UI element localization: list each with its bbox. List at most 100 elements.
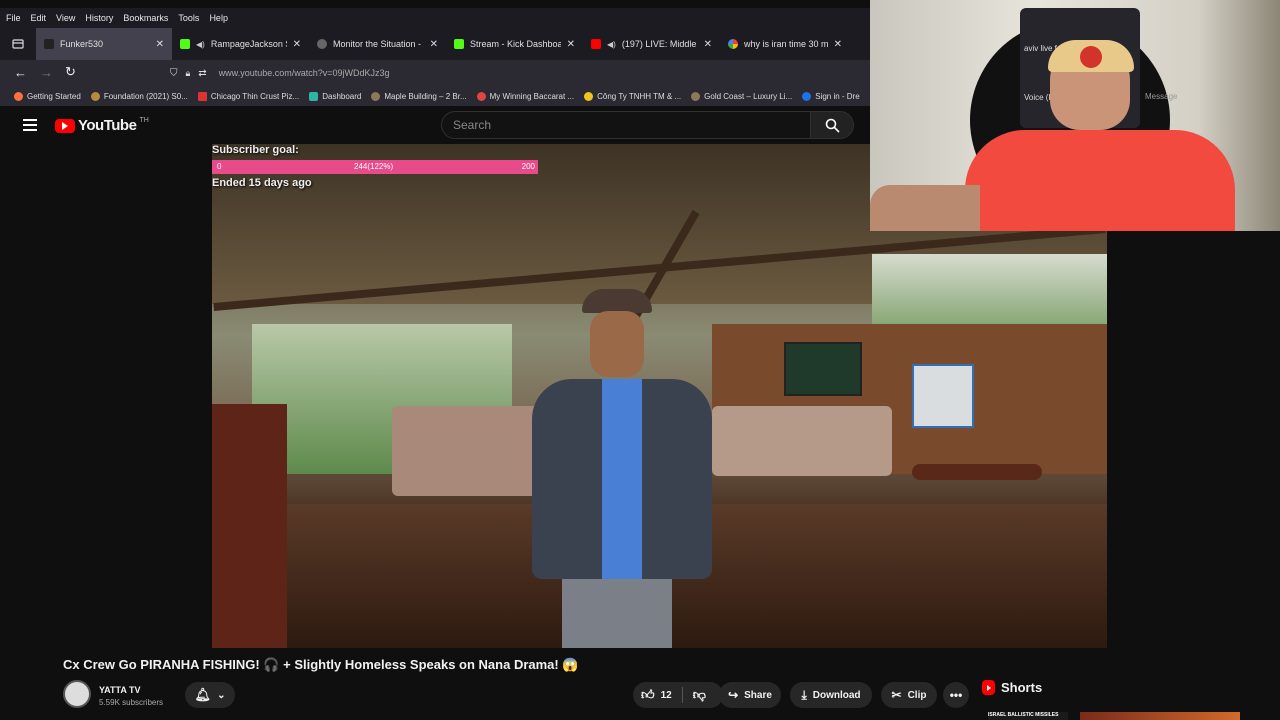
close-icon[interactable]: ✕ <box>293 39 301 50</box>
tab-label: why is iran time 30 minute <box>744 39 828 49</box>
tab-list-icon[interactable] <box>0 28 36 60</box>
bookmark-item[interactable]: Sign in - Dre <box>802 91 860 101</box>
close-icon[interactable]: ✕ <box>567 39 575 50</box>
url-text: www.youtube.com/watch?v=09jWDdKJz3g <box>218 68 390 78</box>
bookmark-favicon-icon <box>309 91 319 101</box>
close-icon[interactable]: ✕ <box>156 39 164 50</box>
streamer-webcam: aviv live fe Voice (Kore Message <box>870 0 1280 231</box>
browser-menubar: File Edit View History Bookmarks Tools H… <box>0 8 870 28</box>
bookmark-item[interactable]: Công Ty TNHH TM & ... <box>584 91 681 101</box>
webcam-person-arm <box>870 185 980 231</box>
tab-kick-dashboard[interactable]: Stream - Kick Dashboard ✕ <box>446 28 583 60</box>
video-scene-table <box>212 404 287 648</box>
search-button[interactable] <box>810 111 854 139</box>
url-bar[interactable]: ⛉ 🔒︎ ⇄ www.youtube.com/watch?v=09jWDdKJz… <box>164 62 864 84</box>
share-icon: ↪ <box>728 688 739 702</box>
forward-arrow-icon[interactable]: → <box>40 65 53 80</box>
bookmark-item[interactable]: Chicago Thin Crust Piz... <box>197 91 299 101</box>
bookmark-item[interactable]: My Winning Baccarat ... <box>476 91 574 101</box>
bookmark-item[interactable]: Foundation (2021) S0... <box>90 91 188 101</box>
menu-file[interactable]: File <box>6 13 21 23</box>
tab-label: Funker530 <box>60 39 104 49</box>
globe-icon <box>317 39 327 49</box>
video-scene-sofa <box>712 406 892 476</box>
channel-name[interactable]: YATTA TV <box>99 685 141 695</box>
menu-bookmarks[interactable]: Bookmarks <box>123 13 168 23</box>
tab-favicon-icon <box>44 39 54 49</box>
channel-avatar[interactable] <box>63 680 91 708</box>
goal-target-value: 200 <box>521 162 535 171</box>
search-input[interactable]: Search <box>441 111 811 139</box>
youtube-logo[interactable]: YouTube TH <box>55 117 149 134</box>
kick-icon <box>180 39 190 49</box>
speaker-icon: ◀) <box>607 39 616 49</box>
shorts-icon <box>982 680 995 695</box>
like-dislike-group: 👍︎ 12 👎︎ <box>633 682 723 708</box>
menu-tools[interactable]: Tools <box>178 13 199 23</box>
clip-button[interactable]: ✂ Clip <box>881 682 937 708</box>
menu-edit[interactable]: Edit <box>31 13 47 23</box>
google-icon <box>728 39 738 49</box>
bookmark-item[interactable]: Getting Started <box>14 91 81 101</box>
hamburger-menu-icon[interactable] <box>23 119 37 131</box>
back-arrow-icon[interactable]: ← <box>14 65 27 80</box>
tab-google-search[interactable]: why is iran time 30 minute ✕ <box>720 28 850 60</box>
bookmark-favicon-icon <box>14 91 23 101</box>
like-count[interactable]: 12 <box>661 690 672 701</box>
video-person <box>512 289 732 648</box>
browser-nav-bar: ← → ↻ ⛉ 🔒︎ ⇄ www.youtube.com/watch?v=09j… <box>0 60 870 86</box>
download-button[interactable]: ⤓ Download <box>790 682 872 708</box>
tab-live-middle-east[interactable]: ◀) (197) LIVE: Middle East ✕ <box>583 28 720 60</box>
bookmark-favicon-icon <box>584 91 594 101</box>
like-icon[interactable]: 👍︎ <box>641 687 655 703</box>
menu-history[interactable]: History <box>85 13 113 23</box>
subscriber-goal-bar: 0 244(122%) 200 <box>212 160 538 174</box>
search-icon <box>825 118 840 133</box>
bookmark-item[interactable]: Gold Coast – Luxury Li... <box>691 91 792 101</box>
close-icon[interactable]: ✕ <box>430 39 438 50</box>
tab-label: RampageJackson Strea <box>210 39 287 49</box>
video-scene-table <box>912 464 1042 480</box>
bookmarks-toolbar: Getting Started Foundation (2021) S0... … <box>0 86 870 106</box>
subscriber-goal-label: Subscriber goal: <box>212 144 299 156</box>
menu-help[interactable]: Help <box>209 13 228 23</box>
webcam-person-shirt <box>965 130 1235 231</box>
notification-bell-button[interactable]: 🔔︎ ⌄ <box>185 682 235 708</box>
tab-monitor-situation[interactable]: Monitor the Situation - 24 ✕ <box>309 28 446 60</box>
tab-funker530[interactable]: Funker530 ✕ <box>36 28 172 60</box>
divider <box>681 687 683 703</box>
tab-label: (197) LIVE: Middle East <box>621 39 698 49</box>
scissors-icon: ✂ <box>891 688 902 702</box>
more-horizontal-icon: ••• <box>949 688 963 702</box>
subscriber-count: 5.59K subscribers <box>99 698 164 707</box>
video-scene-tv <box>784 342 862 396</box>
bookmark-favicon-icon <box>90 91 100 101</box>
lock-icon[interactable]: 🔒︎ <box>186 68 191 79</box>
shorts-thumbnail[interactable] <box>1080 712 1240 720</box>
tab-rampagejackson[interactable]: ◀) RampageJackson Strea ✕ <box>172 28 309 60</box>
close-icon[interactable]: ✕ <box>704 39 712 50</box>
more-actions-button[interactable]: ••• <box>943 682 969 708</box>
menu-view[interactable]: View <box>56 13 75 23</box>
youtube-header: YouTube TH Search <box>0 106 870 144</box>
close-icon[interactable]: ✕ <box>834 39 842 50</box>
video-title: Cx Crew Go PIRANHA FISHING! 🎧 + Slightly… <box>63 657 579 672</box>
shorts-header[interactable]: Shorts <box>982 680 1042 695</box>
bookmark-item[interactable]: Maple Building – 2 Br... <box>371 91 467 101</box>
permissions-icon[interactable]: ⇄ <box>198 68 206 79</box>
dislike-icon[interactable]: 👎︎ <box>693 687 706 703</box>
kick-icon <box>454 39 464 49</box>
youtube-icon <box>591 39 601 49</box>
shorts-thumbnail[interactable]: ISRAEL BALLISTIC MISSILES <box>988 712 1068 720</box>
speaker-icon: ◀) <box>196 39 205 49</box>
reload-icon[interactable]: ↻ <box>65 64 76 80</box>
video-scene-window <box>872 254 1107 334</box>
goal-progress-value: 244(122%) <box>354 162 394 171</box>
share-button[interactable]: ↪ Share <box>719 682 781 708</box>
bookmark-item[interactable]: Dashboard <box>309 91 361 101</box>
shield-icon[interactable]: ⛉ <box>170 68 178 79</box>
cap-logo-icon <box>1080 46 1102 68</box>
download-icon: ⤓ <box>801 687 807 702</box>
chevron-down-icon: ⌄ <box>217 689 226 701</box>
bookmark-favicon-icon <box>476 91 486 101</box>
